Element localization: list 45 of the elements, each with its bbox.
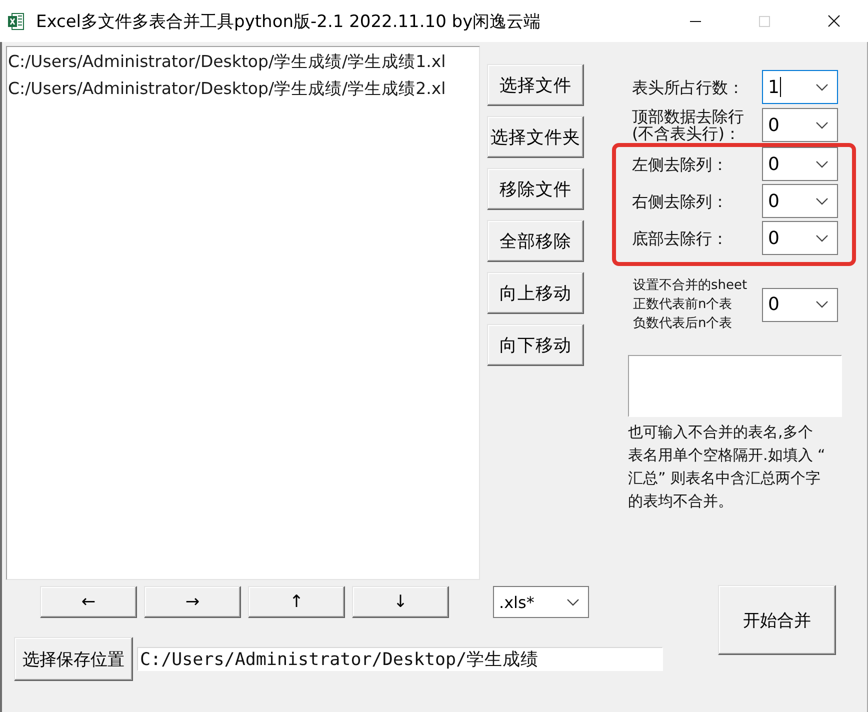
start-merge-button[interactable]: 开始合并: [718, 585, 836, 655]
sheet-names-field[interactable]: [628, 355, 842, 417]
chevron-down-icon: [816, 84, 828, 90]
spreadsheet-icon: [8, 12, 24, 30]
file-action-button[interactable]: 向上移动: [487, 272, 584, 314]
setting-label: 右侧去除列：: [632, 192, 729, 210]
chevron-down-icon: [816, 198, 828, 204]
text-cursor-icon: [780, 77, 782, 97]
file-action-button[interactable]: 移除文件: [487, 168, 584, 210]
save-path-field[interactable]: C:/Users/Administrator/Desktop/学生成绩: [137, 647, 663, 671]
minimize-icon: [690, 20, 701, 22]
file-action-button[interactable]: 选择文件夹: [487, 116, 584, 158]
setting-label: 顶部数据去除行(不含表头行)：: [632, 108, 745, 142]
sheet-names-note: 也可输入不合并的表名,多个表名用单个空格隔开.如填入 “汇总” 则表名中含汇总两个字的表均不合并。: [628, 422, 826, 512]
file-action-button[interactable]: 选择文件: [487, 64, 584, 106]
file-action-button[interactable]: 向下移动: [487, 324, 584, 366]
setting-label: 底部去除行：: [632, 230, 729, 246]
arrow-button[interactable]: →: [144, 586, 241, 618]
chevron-down-icon: [816, 301, 828, 308]
chevron-down-icon: [816, 122, 828, 128]
number-dropdown[interactable]: 1: [762, 70, 838, 104]
sheet-setting-label: 负数代表后n个表: [633, 315, 732, 333]
sheet-setting-label: 设置不合并的sheet: [633, 277, 748, 295]
window-title: Excel多文件多表合并工具python版-2.1 2022.11.10 by闲逸云端: [36, 10, 541, 32]
number-dropdown[interactable]: 0: [762, 147, 838, 181]
close-icon: [828, 15, 840, 27]
save-location-button[interactable]: 选择保存位置: [14, 637, 133, 681]
number-dropdown[interactable]: 0: [762, 108, 838, 142]
file-type-dropdown[interactable]: .xls*: [493, 586, 589, 618]
file-list-item[interactable]: C:/Users/Administrator/Desktop/学生成绩/学生成绩2.xl: [7, 75, 479, 102]
number-dropdown[interactable]: 0: [762, 184, 838, 218]
arrow-button[interactable]: ↑: [248, 586, 345, 618]
sheet-setting-label: 正数代表前n个表: [633, 296, 732, 314]
number-dropdown[interactable]: 0: [762, 221, 838, 255]
chevron-down-icon: [567, 598, 579, 606]
chevron-down-icon: [816, 160, 828, 168]
arrow-button[interactable]: ←: [40, 586, 137, 618]
setting-label: 左侧去除列：: [632, 156, 729, 172]
arrow-button[interactable]: ↓: [352, 586, 449, 618]
setting-label: 表头所占行数：: [632, 78, 745, 96]
file-list-item[interactable]: C:/Users/Administrator/Desktop/学生成绩/学生成绩1.xl: [7, 48, 479, 75]
sheet-count-dropdown[interactable]: 0: [762, 288, 838, 322]
file-action-button[interactable]: 全部移除: [487, 220, 584, 262]
maximize-icon: [759, 16, 770, 26]
chevron-down-icon: [816, 234, 828, 242]
